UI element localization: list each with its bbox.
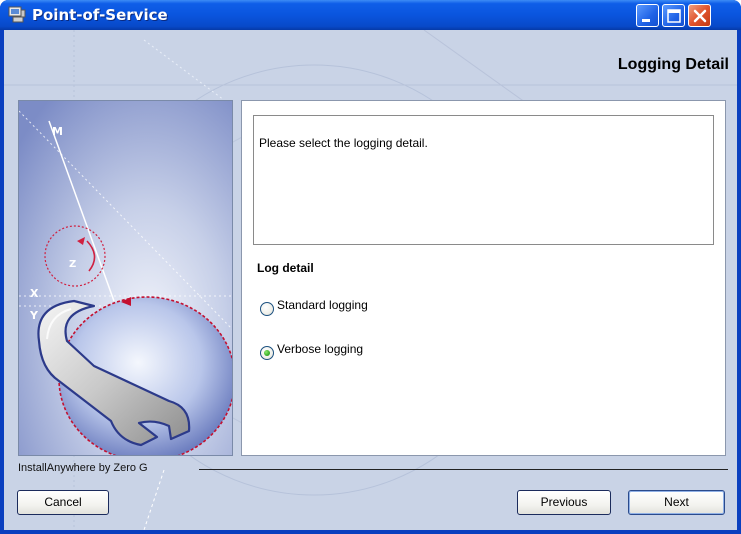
side-illustration: M Z X Y bbox=[18, 100, 233, 456]
axis-label-x: X bbox=[30, 287, 39, 300]
maximize-button[interactable] bbox=[662, 4, 685, 27]
app-icon bbox=[8, 6, 26, 23]
next-button[interactable]: Next bbox=[628, 490, 725, 515]
axis-label-z: Z bbox=[69, 259, 76, 270]
standard-logging-radio[interactable] bbox=[260, 302, 274, 316]
installer-brand: InstallAnywhere by Zero G bbox=[18, 462, 148, 474]
log-detail-label: Log detail bbox=[257, 261, 314, 275]
close-button[interactable] bbox=[688, 4, 711, 27]
content-panel: Please select the logging detail. Log de… bbox=[241, 100, 726, 456]
previous-button[interactable]: Previous bbox=[517, 490, 611, 515]
instruction-box: Please select the logging detail. bbox=[253, 115, 714, 245]
radio-selected-dot bbox=[264, 350, 270, 356]
minimize-button[interactable] bbox=[636, 4, 659, 27]
instruction-text: Please select the logging detail. bbox=[259, 136, 428, 150]
axis-label-y: Y bbox=[29, 309, 39, 322]
minimize-icon bbox=[642, 19, 650, 22]
maximize-icon bbox=[667, 9, 681, 23]
standard-logging-label[interactable]: Standard logging bbox=[277, 298, 368, 312]
wrench-illustration: M Z X Y bbox=[19, 101, 232, 455]
dialog-body: Logging Detail M Z X Y Please select the… bbox=[4, 30, 737, 530]
cancel-button[interactable]: Cancel bbox=[17, 490, 109, 515]
axis-label-m: M bbox=[52, 125, 63, 138]
close-icon bbox=[693, 9, 707, 23]
installer-window: Point-of-Service Logging Detail M Z X Y … bbox=[0, 0, 741, 534]
window-title: Point-of-Service bbox=[32, 6, 168, 24]
page-title: Logging Detail bbox=[617, 56, 729, 73]
title-bar[interactable]: Point-of-Service bbox=[0, 0, 741, 30]
verbose-logging-radio[interactable] bbox=[260, 346, 274, 360]
verbose-logging-label[interactable]: Verbose logging bbox=[277, 342, 363, 356]
footer-divider bbox=[199, 469, 728, 470]
